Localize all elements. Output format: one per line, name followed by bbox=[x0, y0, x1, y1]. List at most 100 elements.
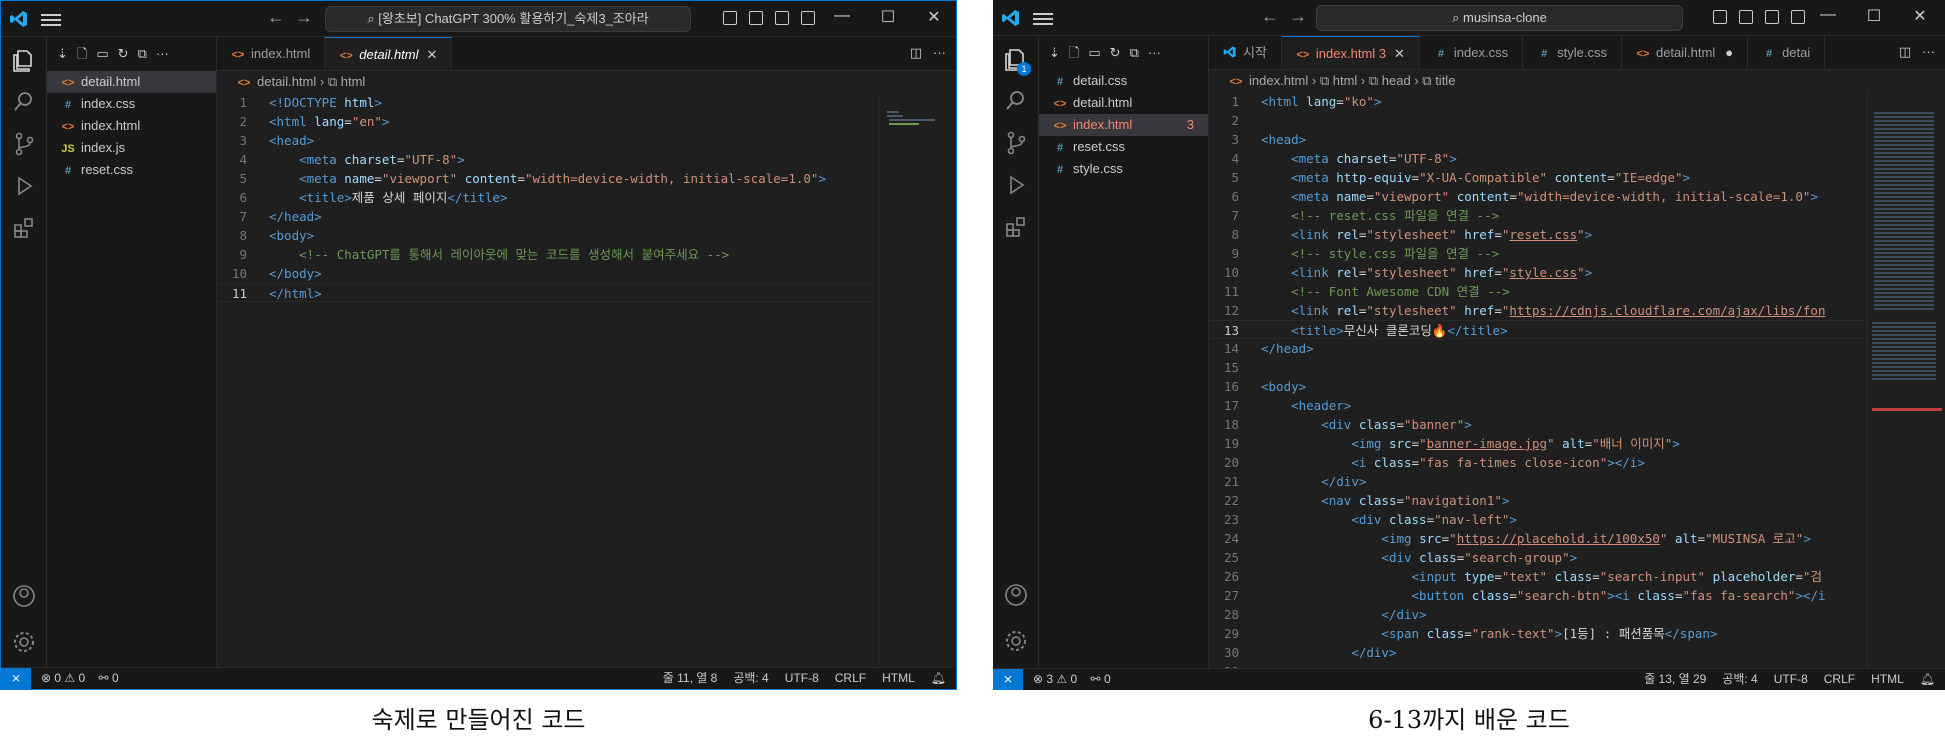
toggle-sidebar-icon[interactable] bbox=[723, 11, 737, 25]
maximize-button[interactable]: ☐ bbox=[865, 7, 911, 27]
explorer-toolbar: ⇣ 🗋 ▭ ↻ ⧉ ··· bbox=[1039, 36, 1208, 70]
vscode-logo-icon bbox=[1223, 46, 1236, 58]
layout-controls[interactable] bbox=[1713, 10, 1817, 26]
run-debug-icon[interactable] bbox=[1003, 172, 1029, 198]
toggle-panel-icon[interactable] bbox=[1739, 10, 1753, 24]
element-icon: ⧉ bbox=[1319, 73, 1330, 88]
new-folder-icon[interactable]: ▭ bbox=[1088, 45, 1100, 60]
maximize-button[interactable]: ☐ bbox=[1851, 6, 1897, 26]
toggle-panel-icon[interactable] bbox=[749, 11, 763, 25]
file-item-detail-html[interactable]: <> detail.html bbox=[47, 71, 216, 93]
html-file-icon: <> bbox=[237, 77, 251, 89]
vscode-logo-icon bbox=[1002, 10, 1019, 26]
editor-area: <> index.html <> detail.html ✕ ◫ ··· <> detai… bbox=[217, 37, 956, 667]
file-item-reset-css[interactable]: # reset.css bbox=[1039, 136, 1208, 158]
file-item-index-js[interactable]: JS index.js bbox=[47, 137, 216, 159]
more-actions-icon[interactable]: ··· bbox=[1922, 44, 1935, 59]
breadcrumb: <> index.html › ⧉ html › ⧉ head › ⧉ title bbox=[1209, 70, 1945, 92]
collapse-icon[interactable]: ⧉ bbox=[138, 46, 147, 61]
extensions-icon[interactable] bbox=[1003, 214, 1029, 240]
ports-icon[interactable]: ⚯ bbox=[1091, 672, 1101, 686]
unsaved-dot-icon[interactable]: ● bbox=[1725, 45, 1733, 60]
forward-arrow-icon[interactable]: → bbox=[295, 7, 313, 28]
tab-index-html[interactable]: <> index.html bbox=[217, 37, 326, 70]
css-file-icon: # bbox=[64, 165, 72, 177]
accounts-icon[interactable] bbox=[11, 583, 37, 609]
settings-gear-icon[interactable] bbox=[11, 629, 37, 655]
tab-style-css[interactable]: # style.css bbox=[1523, 36, 1622, 69]
more-icon[interactable]: ··· bbox=[156, 46, 169, 61]
new-file-icon[interactable]: 🗋 bbox=[77, 46, 87, 61]
forward-arrow-icon[interactable]: → bbox=[1289, 6, 1307, 27]
tab-detail-html[interactable]: <> detail.html ● bbox=[1622, 36, 1749, 69]
customize-layout-icon[interactable] bbox=[1791, 10, 1805, 24]
tab-welcome[interactable]: 시작 bbox=[1209, 36, 1282, 69]
file-item-index-html[interactable]: <> index.html bbox=[47, 115, 216, 137]
search-icon[interactable] bbox=[1003, 88, 1029, 114]
toggle-sidebar-icon[interactable] bbox=[1713, 10, 1727, 24]
file-item-detail-html[interactable]: <> detail.html bbox=[1039, 92, 1208, 114]
file-item-index-css[interactable]: # index.css bbox=[47, 93, 216, 115]
accounts-icon[interactable] bbox=[1003, 582, 1029, 608]
file-item-index-html[interactable]: <> index.html 3 bbox=[1039, 114, 1208, 136]
explorer-icon[interactable] bbox=[11, 47, 37, 73]
notifications-bell-icon[interactable]: 🔔︎ bbox=[1920, 672, 1935, 686]
minimize-button[interactable]: — bbox=[819, 7, 865, 25]
layout-controls[interactable] bbox=[723, 11, 827, 27]
tab-detail-css[interactable]: # detai bbox=[1748, 36, 1826, 69]
close-tab-icon[interactable]: ✕ bbox=[1394, 46, 1405, 61]
collapse-icon[interactable]: ⧉ bbox=[1130, 45, 1139, 60]
new-file-icon[interactable]: 🗋 bbox=[1069, 45, 1079, 60]
back-arrow-icon[interactable]: ← bbox=[267, 7, 285, 28]
toggle-secondary-sidebar-icon[interactable] bbox=[775, 11, 789, 25]
file-item-style-css[interactable]: # style.css bbox=[1039, 158, 1208, 180]
refresh-icon[interactable]: ↻ bbox=[118, 46, 129, 61]
run-debug-icon[interactable] bbox=[11, 173, 37, 199]
close-window-button[interactable]: ✕ bbox=[1897, 6, 1943, 26]
pin-icon[interactable]: ⇣ bbox=[1049, 45, 1060, 60]
minimap[interactable] bbox=[1867, 92, 1945, 668]
split-editor-icon[interactable]: ◫ bbox=[910, 45, 922, 60]
close-tab-icon[interactable]: ✕ bbox=[427, 47, 438, 62]
more-icon[interactable]: ··· bbox=[1148, 45, 1161, 60]
html-file-icon: <> bbox=[231, 49, 245, 61]
html-file-icon: <> bbox=[1296, 49, 1310, 61]
new-folder-icon[interactable]: ▭ bbox=[96, 46, 108, 61]
source-control-icon[interactable] bbox=[11, 131, 37, 157]
menu-icon[interactable] bbox=[41, 11, 61, 27]
refresh-icon[interactable]: ↻ bbox=[1110, 45, 1121, 60]
remote-icon[interactable]: ⨯ bbox=[993, 669, 1023, 690]
explorer-badge: 1 bbox=[1017, 62, 1031, 76]
search-icon[interactable] bbox=[11, 89, 37, 115]
source-control-icon[interactable] bbox=[1003, 130, 1029, 156]
code-editor-text[interactable]: 1 <html lang="ko"> 2 3 <head> 4 <meta char… bbox=[1209, 92, 1867, 668]
minimize-button[interactable]: — bbox=[1805, 6, 1851, 24]
left-caption: 숙제로 만들어진 코드 bbox=[371, 706, 586, 734]
toggle-secondary-sidebar-icon[interactable] bbox=[1765, 10, 1779, 24]
menu-icon[interactable] bbox=[1033, 10, 1053, 26]
command-center-search[interactable]: ⌕ [왕초보] ChatGPT 300% 활용하기_숙제3_조아라 bbox=[325, 6, 691, 32]
command-center-search[interactable]: ⌕ musinsa-clone bbox=[1316, 5, 1683, 31]
tab-index-html[interactable]: <> index.html 3 ✕ bbox=[1281, 36, 1420, 69]
file-item-reset-css[interactable]: # reset.css bbox=[47, 159, 216, 181]
notifications-bell-icon[interactable]: 🔔︎ bbox=[931, 671, 946, 685]
close-window-button[interactable]: ✕ bbox=[911, 7, 956, 27]
code-editor-text[interactable]: 1 <!DOCTYPE html> 2 <html lang="en"> 3 <hea… bbox=[217, 93, 876, 667]
back-arrow-icon[interactable]: ← bbox=[1261, 6, 1279, 27]
extensions-icon[interactable] bbox=[11, 215, 37, 241]
more-actions-icon[interactable]: ··· bbox=[933, 45, 946, 60]
tab-index-css[interactable]: # index.css bbox=[1420, 36, 1524, 69]
remote-icon[interactable]: ⨯ bbox=[1, 668, 31, 689]
html-file-icon: <> bbox=[1053, 120, 1067, 132]
customize-layout-icon[interactable] bbox=[801, 11, 815, 25]
problems-icon[interactable]: ⊗ bbox=[41, 671, 51, 685]
pin-icon[interactable]: ⇣ bbox=[57, 46, 68, 61]
tab-detail-html[interactable]: <> detail.html ✕ bbox=[325, 37, 453, 70]
title-bar: ← → ⌕ [왕초보] ChatGPT 300% 활용하기_숙제3_조아라 — … bbox=[1, 1, 956, 37]
file-item-detail-css[interactable]: # detail.css bbox=[1039, 70, 1208, 92]
problems-icon[interactable]: ⊗ bbox=[1033, 672, 1043, 686]
ports-icon[interactable]: ⚯ bbox=[99, 671, 109, 685]
split-editor-icon[interactable]: ◫ bbox=[1899, 44, 1911, 59]
minimap[interactable] bbox=[878, 93, 956, 667]
settings-gear-icon[interactable] bbox=[1003, 628, 1029, 654]
